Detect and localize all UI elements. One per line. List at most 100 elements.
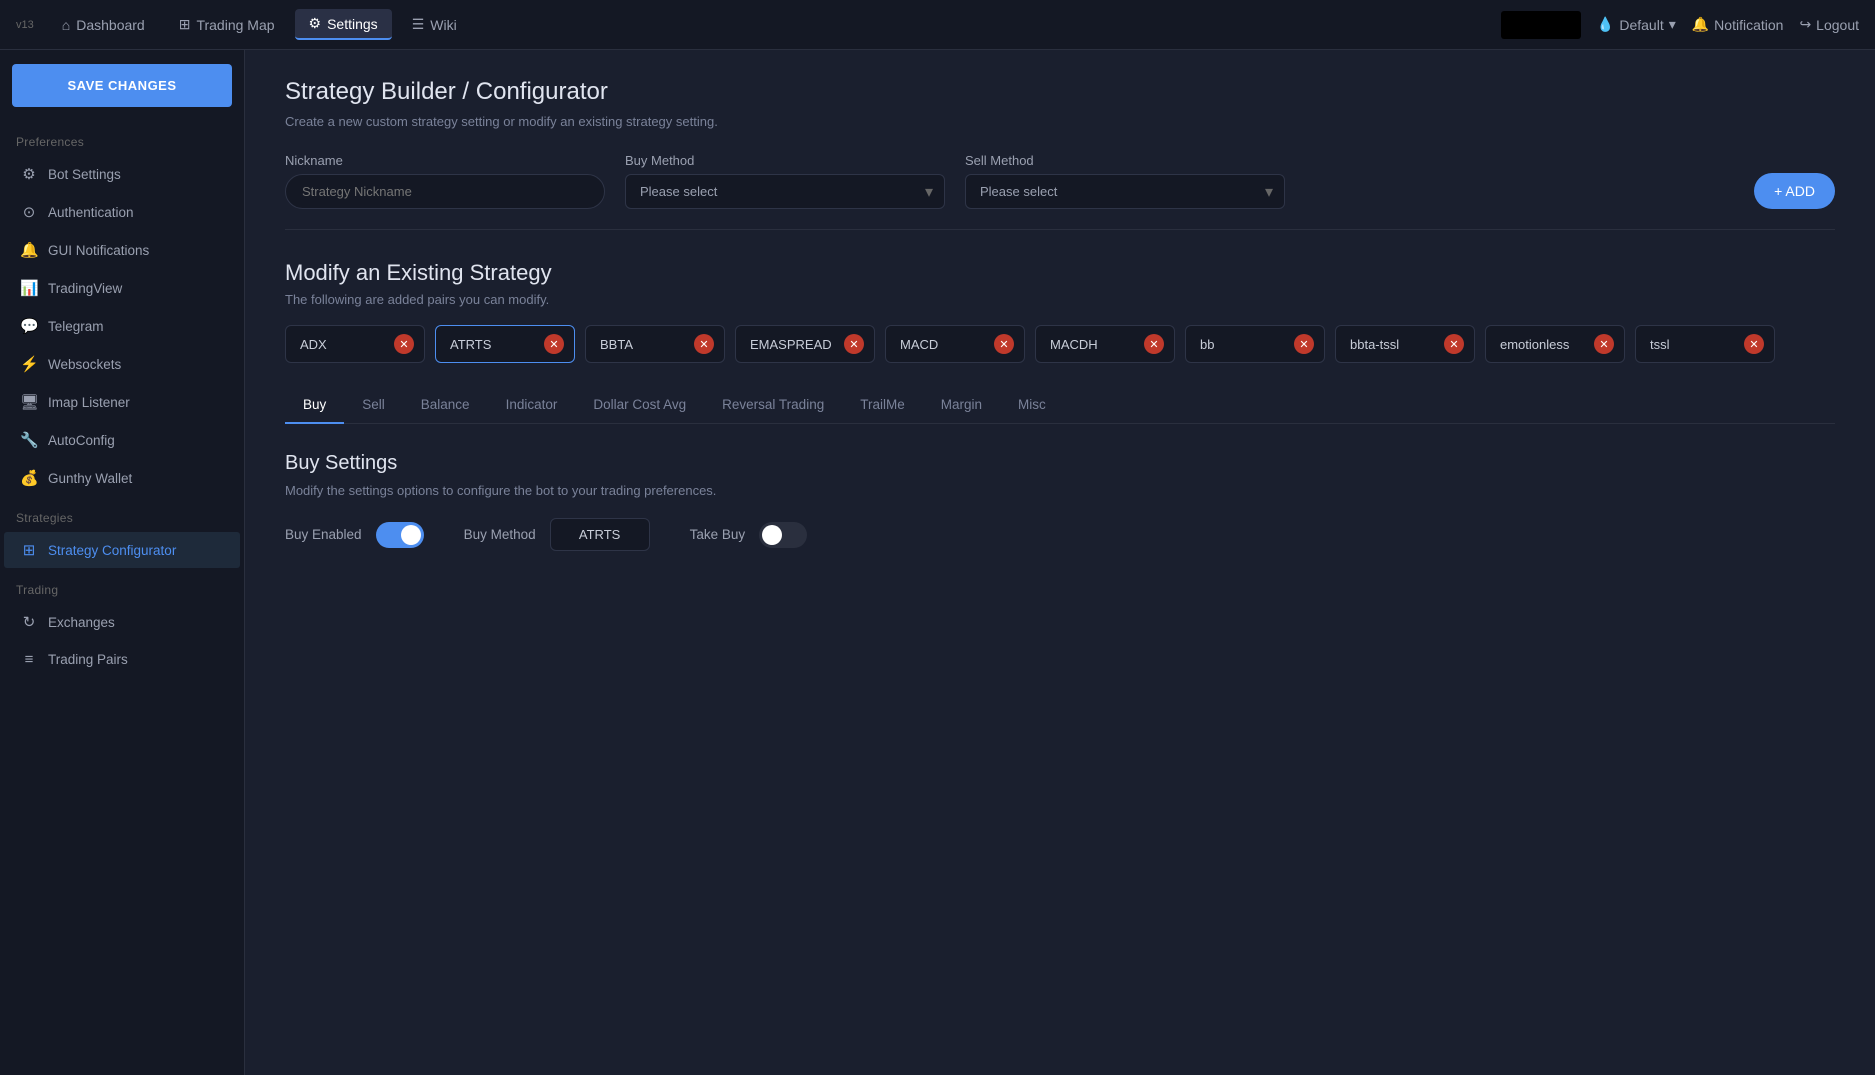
nav-notification-label: Notification xyxy=(1714,17,1783,33)
sidebar-item-websockets[interactable]: ⚡ Websockets xyxy=(4,346,240,382)
save-changes-button[interactable]: SAVE CHANGES xyxy=(12,64,232,107)
nav-settings-label: Settings xyxy=(327,16,378,32)
strategy-tags-container: ADX ✕ ATRTS ✕ BBTA ✕ EMASPREAD ✕ MACD ✕ … xyxy=(285,325,1835,363)
tag-label-atrts: ATRTS xyxy=(450,337,534,352)
tab-buy[interactable]: Buy xyxy=(285,387,344,424)
color-picker[interactable] xyxy=(1501,11,1581,39)
nav-logout-label: Logout xyxy=(1816,17,1859,33)
bell-small-icon: 🔔 xyxy=(20,241,38,259)
main-content: Strategy Builder / Configurator Create a… xyxy=(245,50,1875,1075)
tag-label-macd: MACD xyxy=(900,337,984,352)
buy-method-select[interactable]: Please select xyxy=(625,174,945,209)
buy-method-label: Buy Method xyxy=(625,153,945,168)
exchange-icon: ↻ xyxy=(20,613,38,631)
sidebar-label-websockets: Websockets xyxy=(48,357,121,372)
sidebar-section-trading: Trading xyxy=(0,569,244,603)
strategy-tag-bbta-tssl[interactable]: bbta-tssl ✕ xyxy=(1335,325,1475,363)
sidebar-item-tradingview[interactable]: 📊 TradingView xyxy=(4,270,240,306)
tab-balance[interactable]: Balance xyxy=(403,387,488,424)
tab-misc[interactable]: Misc xyxy=(1000,387,1064,424)
app-version: v13 xyxy=(16,19,34,31)
tag-close-macd[interactable]: ✕ xyxy=(994,334,1014,354)
nickname-input[interactable] xyxy=(285,174,605,209)
sidebar-item-imap[interactable]: 🖥 Imap Listener xyxy=(4,384,240,420)
nav-notification[interactable]: 🔔 Notification xyxy=(1692,16,1784,33)
sell-method-label: Sell Method xyxy=(965,153,1285,168)
tag-close-emotionless[interactable]: ✕ xyxy=(1594,334,1614,354)
nav-logout[interactable]: ↪ Logout xyxy=(1799,16,1859,33)
buy-method-value: ATRTS xyxy=(550,518,650,551)
strategy-tag-emotionless[interactable]: emotionless ✕ xyxy=(1485,325,1625,363)
tab-reversal-trading[interactable]: Reversal Trading xyxy=(704,387,842,424)
sidebar-item-authentication[interactable]: ⊙ Authentication xyxy=(4,194,240,230)
nav-trading-map[interactable]: ⊞ Trading Map xyxy=(165,10,289,39)
tag-close-tssl[interactable]: ✕ xyxy=(1744,334,1764,354)
sidebar-item-exchanges[interactable]: ↻ Exchanges xyxy=(4,604,240,640)
sell-method-select[interactable]: Please select xyxy=(965,174,1285,209)
strategy-tag-macd[interactable]: MACD ✕ xyxy=(885,325,1025,363)
strategy-tag-emaspread[interactable]: EMASPREAD ✕ xyxy=(735,325,875,363)
buy-settings-desc: Modify the settings options to configure… xyxy=(285,483,1835,498)
nav-trading-map-label: Trading Map xyxy=(196,17,274,33)
tab-margin[interactable]: Margin xyxy=(923,387,1000,424)
sidebar-label-bot-settings: Bot Settings xyxy=(48,167,121,182)
tag-label-adx: ADX xyxy=(300,337,384,352)
sidebar: SAVE CHANGES Preferences ⚙ Bot Settings … xyxy=(0,50,245,1075)
strategy-tag-atrts[interactable]: ATRTS ✕ xyxy=(435,325,575,363)
tag-close-emaspread[interactable]: ✕ xyxy=(844,334,864,354)
bell-icon: 🔔 xyxy=(1692,16,1709,33)
sidebar-label-trading-pairs: Trading Pairs xyxy=(48,652,128,667)
pairs-icon: ≡ xyxy=(20,651,38,668)
sidebar-item-autoconfig[interactable]: 🔧 AutoConfig xyxy=(4,422,240,458)
strategy-tag-bb[interactable]: bb ✕ xyxy=(1185,325,1325,363)
tab-dollar-cost-avg[interactable]: Dollar Cost Avg xyxy=(575,387,704,424)
nav-settings[interactable]: ⚙ Settings xyxy=(295,9,392,40)
strategy-tag-tssl[interactable]: tssl ✕ xyxy=(1635,325,1775,363)
strategy-tag-adx[interactable]: ADX ✕ xyxy=(285,325,425,363)
chevron-down-icon: ▾ xyxy=(1669,16,1676,33)
nav-dashboard-label: Dashboard xyxy=(76,17,145,33)
tag-label-bbta: BBTA xyxy=(600,337,684,352)
main-layout: SAVE CHANGES Preferences ⚙ Bot Settings … xyxy=(0,50,1875,1075)
sidebar-label-authentication: Authentication xyxy=(48,205,134,220)
wrench-icon: 🔧 xyxy=(20,431,38,449)
sidebar-label-imap: Imap Listener xyxy=(48,395,130,410)
tag-close-bbta-tssl[interactable]: ✕ xyxy=(1444,334,1464,354)
sidebar-item-telegram[interactable]: 💬 Telegram xyxy=(4,308,240,344)
top-nav: v13 ⌂ Dashboard ⊞ Trading Map ⚙ Settings… xyxy=(0,0,1875,50)
sidebar-label-tradingview: TradingView xyxy=(48,281,122,296)
buy-enabled-label: Buy Enabled xyxy=(285,527,362,542)
sidebar-item-gunthy-wallet[interactable]: 💰 Gunthy Wallet xyxy=(4,460,240,496)
take-buy-toggle[interactable] xyxy=(759,522,807,548)
nav-dashboard[interactable]: ⌂ Dashboard xyxy=(48,11,159,39)
strategy-tag-macdh[interactable]: MACDH ✕ xyxy=(1035,325,1175,363)
sidebar-item-strategy-configurator[interactable]: ⊞ Strategy Configurator xyxy=(4,532,240,568)
sidebar-item-trading-pairs[interactable]: ≡ Trading Pairs xyxy=(4,642,240,677)
tab-trailme[interactable]: TrailMe xyxy=(842,387,923,424)
sidebar-label-strategy-configurator: Strategy Configurator xyxy=(48,543,176,558)
nav-default[interactable]: 💧 Default ▾ xyxy=(1597,16,1676,33)
add-strategy-button[interactable]: + ADD xyxy=(1754,173,1835,209)
tab-sell[interactable]: Sell xyxy=(344,387,403,424)
modify-strategy-title: Modify an Existing Strategy xyxy=(285,260,1835,286)
nav-wiki[interactable]: ☰ Wiki xyxy=(398,10,471,39)
tag-close-bb[interactable]: ✕ xyxy=(1294,334,1314,354)
tag-close-adx[interactable]: ✕ xyxy=(394,334,414,354)
tag-close-macdh[interactable]: ✕ xyxy=(1144,334,1164,354)
modify-strategy-desc: The following are added pairs you can mo… xyxy=(285,292,1835,307)
strategy-tag-bbta[interactable]: BBTA ✕ xyxy=(585,325,725,363)
nav-default-label: Default xyxy=(1619,17,1663,33)
sidebar-item-gui-notifications[interactable]: 🔔 GUI Notifications xyxy=(4,232,240,268)
section-divider xyxy=(285,229,1835,230)
strategy-icon: ⊞ xyxy=(20,541,38,559)
tab-indicator[interactable]: Indicator xyxy=(488,387,576,424)
telegram-icon: 💬 xyxy=(20,317,38,335)
buy-method-item: Buy Method ATRTS xyxy=(464,518,650,551)
buy-enabled-toggle[interactable] xyxy=(376,522,424,548)
tag-close-bbta[interactable]: ✕ xyxy=(694,334,714,354)
tag-label-bb: bb xyxy=(1200,337,1284,352)
sidebar-item-bot-settings[interactable]: ⚙ Bot Settings xyxy=(4,156,240,192)
buy-settings-title: Buy Settings xyxy=(285,452,1835,475)
buy-method-group: Buy Method Please select xyxy=(625,153,945,209)
tag-close-atrts[interactable]: ✕ xyxy=(544,334,564,354)
